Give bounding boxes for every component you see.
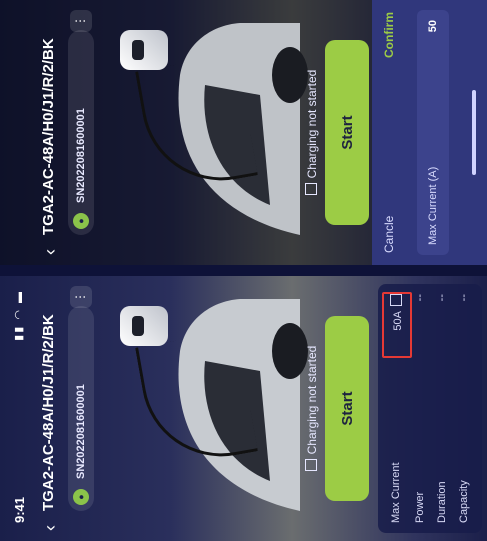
serial-pill: ● SN2022081600001 bbox=[68, 306, 94, 511]
highlight-box bbox=[382, 292, 412, 358]
wifi-icon: ● bbox=[73, 489, 89, 505]
status-icons: ▮▮ ◠ ▬ bbox=[13, 290, 25, 341]
confirm-button[interactable]: Confirm bbox=[382, 12, 396, 58]
serial-number: SN2022081600001 bbox=[75, 384, 87, 479]
back-chevron-icon[interactable]: ‹ bbox=[40, 525, 61, 531]
clock: 9:41 bbox=[12, 496, 27, 523]
cancel-button[interactable]: Cancle bbox=[382, 216, 396, 253]
home-indicator bbox=[472, 90, 476, 175]
charger-image bbox=[120, 30, 168, 70]
param-row: Power -- bbox=[414, 294, 426, 523]
max-current-sheet: Cancle Confirm Max Current (A) 50 bbox=[372, 0, 487, 265]
more-menu-icon[interactable]: ⋮ bbox=[70, 10, 92, 32]
parameters-card: Max Current 50A Power -- Duration -- Cap… bbox=[378, 284, 482, 533]
param-value: -- bbox=[414, 294, 426, 302]
param-label: Capacity bbox=[458, 480, 470, 523]
serial-pill: ● SN2022081600001 bbox=[68, 30, 94, 235]
back-chevron-icon[interactable]: ‹ bbox=[40, 249, 61, 255]
param-label: Max Current bbox=[390, 462, 402, 523]
status-text: Charging not started bbox=[305, 345, 319, 455]
max-current-field-value[interactable]: 50 bbox=[427, 20, 439, 32]
header: 9:41 ▮▮ ◠ ▬ ‹ TGA2-AC-48A/H0/J1/R/2/BK ●… bbox=[0, 276, 110, 541]
screen-main: 9:41 ▮▮ ◠ ▬ ‹ TGA2-AC-48A/H0/J1/R/2/BK ●… bbox=[0, 276, 487, 541]
wifi-icon: ● bbox=[73, 213, 89, 229]
charging-status: Charging not started bbox=[305, 276, 319, 541]
param-value: -- bbox=[436, 294, 448, 302]
more-menu-icon[interactable]: ⋮ bbox=[70, 286, 92, 308]
device-title: TGA2-AC-48A/H0/J1/R/2/BK bbox=[40, 314, 57, 511]
max-current-field[interactable]: Max Current (A) 50 bbox=[417, 10, 449, 255]
charger-image bbox=[120, 306, 168, 346]
max-current-field-label: Max Current (A) bbox=[427, 166, 439, 245]
param-value: -- bbox=[458, 294, 470, 302]
status-text: Charging not started bbox=[305, 69, 319, 179]
status-info-icon bbox=[305, 459, 317, 472]
device-title: TGA2-AC-48A/H0/J1/R/2/BK bbox=[40, 38, 57, 235]
charging-status: Charging not started bbox=[305, 0, 319, 265]
param-row: Duration -- bbox=[436, 294, 448, 523]
header: ‹ TGA2-AC-48A/H0/J1/R/2/BK ● SN202208160… bbox=[0, 0, 110, 265]
status-info-icon bbox=[305, 183, 317, 196]
param-label: Duration bbox=[436, 481, 448, 523]
start-button[interactable]: Start bbox=[325, 316, 369, 501]
screen-edit-sheet: ‹ TGA2-AC-48A/H0/J1/R/2/BK ● SN202208160… bbox=[0, 0, 487, 265]
start-button[interactable]: Start bbox=[325, 40, 369, 225]
param-label: Power bbox=[414, 491, 426, 523]
serial-number: SN2022081600001 bbox=[75, 108, 87, 203]
param-row: Capacity -- bbox=[458, 294, 470, 523]
